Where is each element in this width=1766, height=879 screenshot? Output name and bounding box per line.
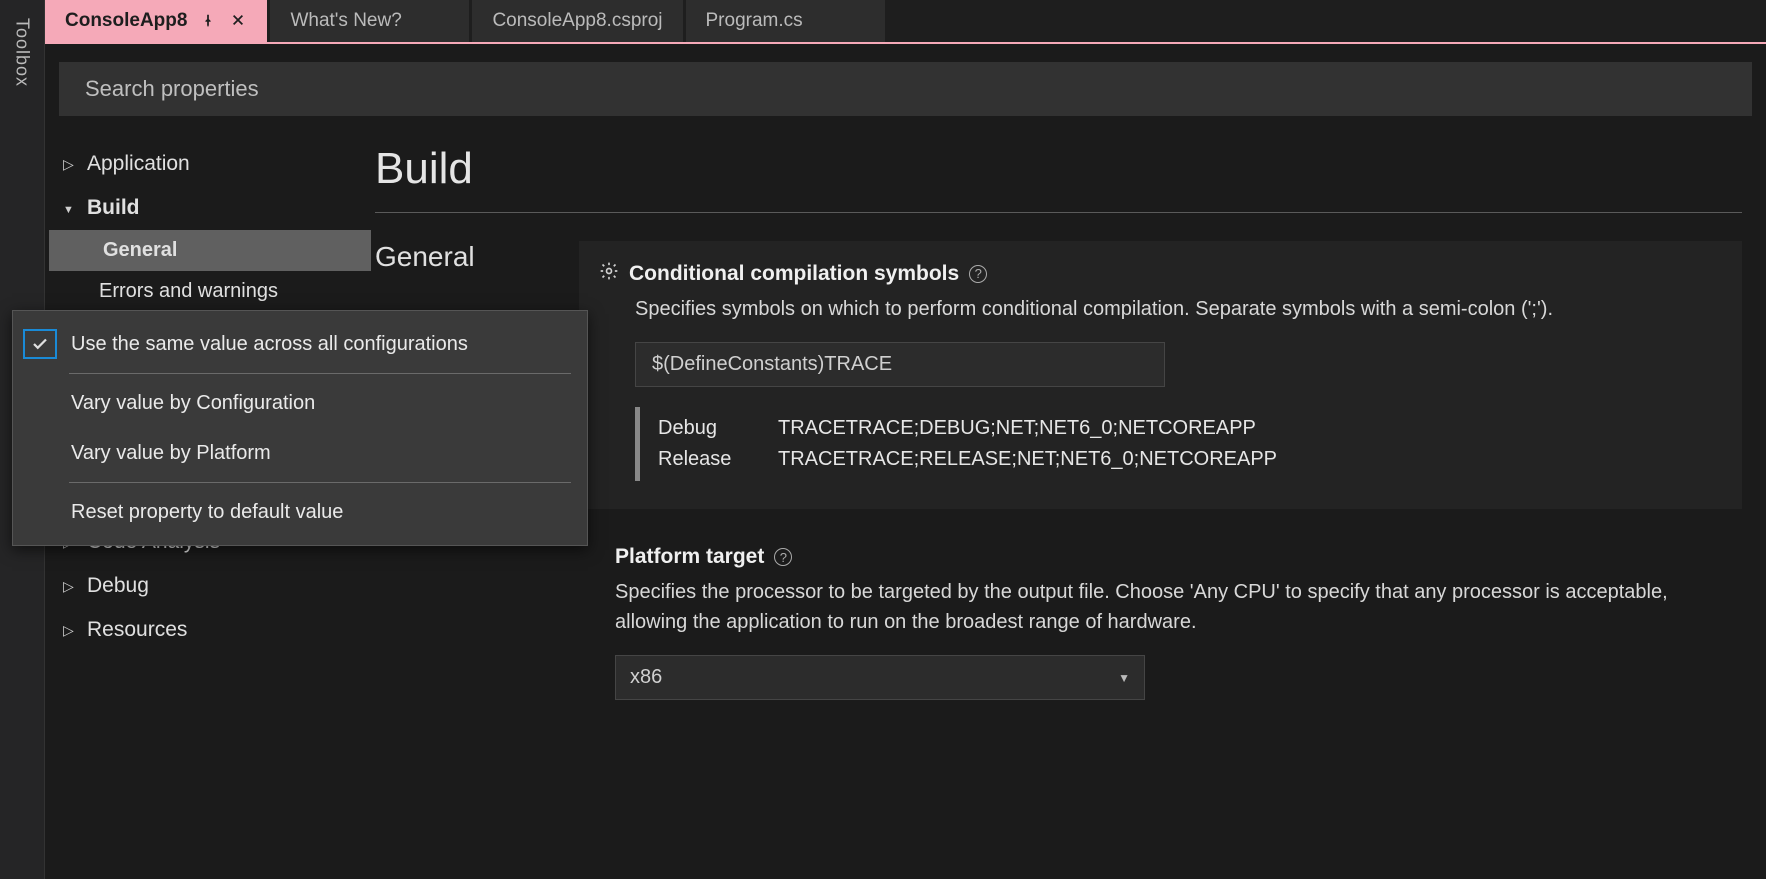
search-bar[interactable]	[59, 62, 1752, 116]
check-placeholder	[23, 497, 57, 527]
section-heading: General	[375, 241, 555, 273]
sidebar-item-debug[interactable]: Debug	[45, 564, 375, 608]
sidebar-item-label: Build	[87, 196, 140, 220]
conditional-symbols-input[interactable]	[635, 342, 1165, 387]
config-value-table: Debug TRACETRACE;DEBUG;NET;NET6_0;NETCOR…	[635, 407, 1706, 481]
check-placeholder	[23, 438, 57, 468]
config-row: Release TRACETRACE;RELEASE;NET;NET6_0;NE…	[658, 444, 1706, 475]
cm-item-vary-platform[interactable]: Vary value by Platform	[13, 428, 587, 478]
search-input[interactable]	[85, 76, 1726, 102]
chevron-down-icon: ▼	[1118, 671, 1130, 685]
sidebar-item-label: Resources	[87, 618, 187, 642]
sidebar-sub-label: Errors and warnings	[99, 280, 278, 302]
dropdown-value: x86	[630, 666, 662, 689]
tab-strip: ConsoleApp8 What's New? ConsoleApp8.cspr…	[45, 0, 1766, 44]
tab-label: ConsoleApp8.csproj	[492, 10, 662, 32]
menu-separator	[69, 373, 571, 374]
tab-label: Program.cs	[706, 10, 803, 32]
gear-icon[interactable]	[599, 261, 619, 286]
tab-label: What's New?	[290, 10, 401, 32]
sidebar-item-label: Application	[87, 152, 190, 176]
cm-item-label: Vary value by Configuration	[71, 392, 315, 415]
chevron-right-icon	[63, 156, 77, 173]
tab-whats-new[interactable]: What's New?	[270, 0, 470, 42]
cm-item-same-value[interactable]: Use the same value across all configurat…	[13, 319, 587, 369]
tab-consoleapp8[interactable]: ConsoleApp8	[45, 0, 268, 42]
cm-item-label: Use the same value across all configurat…	[71, 333, 468, 356]
context-menu[interactable]: Use the same value across all configurat…	[12, 310, 588, 546]
sidebar-sub-errors[interactable]: Errors and warnings	[45, 271, 375, 312]
setting-description: Specifies symbols on which to perform co…	[635, 294, 1706, 324]
config-value: TRACETRACE;DEBUG;NET;NET6_0;NETCOREAPP	[778, 413, 1256, 444]
page-title: Build	[375, 134, 1742, 212]
pin-icon[interactable]	[199, 11, 217, 32]
divider	[375, 212, 1742, 213]
platform-target-dropdown[interactable]: x86 ▼	[615, 655, 1145, 700]
config-name: Release	[658, 444, 738, 475]
sidebar-item-build[interactable]: Build	[45, 186, 375, 230]
sidebar-sub-general[interactable]: General	[49, 230, 371, 271]
setting-title: Conditional compilation symbols	[629, 262, 959, 286]
close-icon[interactable]	[229, 11, 247, 32]
config-name: Debug	[658, 413, 738, 444]
menu-separator	[69, 482, 571, 483]
check-icon	[23, 329, 57, 359]
cm-item-vary-config[interactable]: Vary value by Configuration	[13, 378, 587, 428]
chevron-down-icon	[63, 201, 77, 216]
sidebar-sub-label: General	[103, 239, 177, 261]
conditional-symbols-block: Conditional compilation symbols ? Specif…	[579, 241, 1742, 509]
sidebar-item-resources[interactable]: Resources	[45, 608, 375, 652]
setting-description: Specifies the processor to be targeted b…	[615, 577, 1742, 637]
tab-csproj[interactable]: ConsoleApp8.csproj	[472, 0, 683, 42]
help-icon[interactable]: ?	[969, 265, 987, 283]
cm-item-label: Reset property to default value	[71, 501, 343, 524]
cm-item-reset[interactable]: Reset property to default value	[13, 487, 587, 537]
cm-item-label: Vary value by Platform	[71, 442, 271, 465]
toolbox-label: Toolbox	[12, 18, 33, 87]
chevron-right-icon	[63, 622, 77, 639]
config-row: Debug TRACETRACE;DEBUG;NET;NET6_0;NETCOR…	[658, 413, 1706, 444]
help-icon[interactable]: ?	[774, 548, 792, 566]
check-placeholder	[23, 388, 57, 418]
tab-label: ConsoleApp8	[65, 10, 187, 32]
config-value: TRACETRACE;RELEASE;NET;NET6_0;NETCOREAPP	[778, 444, 1277, 475]
sidebar-item-application[interactable]: Application	[45, 142, 375, 186]
sidebar-item-label: Debug	[87, 574, 149, 598]
tab-program-cs[interactable]: Program.cs	[686, 0, 886, 42]
chevron-right-icon	[63, 578, 77, 595]
setting-title: Platform target	[615, 545, 764, 569]
